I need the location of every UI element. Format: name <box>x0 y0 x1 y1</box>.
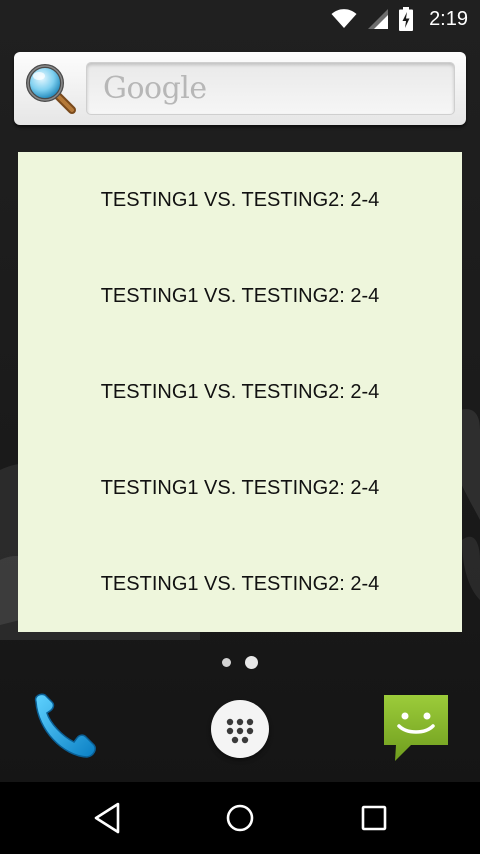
page-dot-current <box>245 655 258 669</box>
match-score-text: TESTING1 VS. TESTING2: 2-4 <box>100 476 380 499</box>
match-score-text: TESTING1 VS. TESTING2: 2-4 <box>100 188 380 211</box>
app-drawer-icon <box>226 718 254 744</box>
battery-charging-icon <box>399 7 414 31</box>
wifi-icon <box>331 9 357 28</box>
messaging-icon[interactable] <box>381 692 451 764</box>
match-score-text: TESTING1 VS. TESTING2: 2-4 <box>100 572 380 595</box>
navigation-bar <box>0 782 480 854</box>
google-search-widget[interactable]: Google <box>14 52 466 125</box>
search-icon[interactable] <box>24 62 78 116</box>
status-time: 2:19 <box>429 7 468 30</box>
search-placeholder: Google <box>103 71 207 106</box>
search-input[interactable]: Google <box>86 62 455 115</box>
app-drawer-button[interactable] <box>211 700 269 758</box>
scores-widget[interactable]: TESTING1 VS. TESTING2: 2-4 TESTING1 VS. … <box>18 152 462 632</box>
list-item[interactable]: TESTING1 VS. TESTING2: 2-4 <box>18 344 462 440</box>
page-dot <box>222 657 231 667</box>
list-item[interactable]: TESTING1 VS. TESTING2: 2-4 <box>18 248 462 344</box>
list-item[interactable]: TESTING1 VS. TESTING2: 2-4 <box>18 440 462 536</box>
signal-icon <box>368 9 389 29</box>
list-item[interactable]: TESTING1 VS. TESTING2: 2-4 <box>18 152 462 248</box>
recents-icon[interactable] <box>353 800 393 836</box>
home-icon[interactable] <box>220 800 260 836</box>
home-screen: 2:19 Google TESTING1 VS. TESTING2: 2-4 T… <box>0 0 480 854</box>
list-item[interactable]: TESTING1 VS. TESTING2: 2-4 <box>18 536 462 632</box>
match-score-text: TESTING1 VS. TESTING2: 2-4 <box>100 284 380 307</box>
match-score-text: TESTING1 VS. TESTING2: 2-4 <box>100 380 380 403</box>
status-bar: 2:19 <box>0 0 480 38</box>
phone-icon[interactable] <box>28 690 100 762</box>
page-indicator <box>0 652 480 672</box>
back-icon[interactable] <box>88 800 128 836</box>
